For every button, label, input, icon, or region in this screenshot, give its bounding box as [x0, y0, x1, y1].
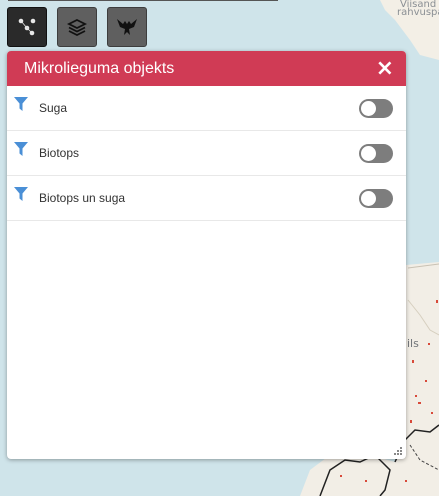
network-tool-button[interactable] [7, 7, 47, 47]
layers-tool-button[interactable] [57, 7, 97, 47]
list-item-label: Biotops [39, 146, 80, 160]
layers-icon [66, 18, 88, 37]
layer-toggle[interactable] [359, 189, 393, 208]
resize-handle-icon[interactable] [393, 446, 403, 456]
filter-icon[interactable] [13, 96, 29, 112]
list-item: Biotops un suga [7, 176, 406, 221]
layer-toggle[interactable] [359, 144, 393, 163]
layer-toggle[interactable] [359, 99, 393, 118]
map-place-label: ils [407, 337, 419, 350]
mikrolieguma-panel: Mikrolieguma objekts × Suga Biotops Biot… [7, 51, 406, 459]
network-nodes-icon [18, 18, 36, 36]
list-item: Biotops [7, 131, 406, 176]
list-item-label: Suga [39, 101, 68, 115]
toggle-knob [361, 146, 376, 161]
filter-icon[interactable] [13, 186, 29, 202]
map-toolbar [7, 7, 147, 47]
eagle-icon [117, 19, 137, 35]
filter-icon[interactable] [13, 141, 29, 157]
layer-list: Suga Biotops Biotops un suga [7, 86, 406, 221]
toggle-knob [361, 101, 376, 116]
list-item-label: Biotops un suga [39, 191, 126, 205]
map-place-label: rahvuspa [397, 7, 439, 18]
list-item: Suga [7, 86, 406, 131]
close-button[interactable]: × [376, 57, 394, 79]
panel-header: Mikrolieguma objekts × [7, 51, 406, 86]
toggle-knob [361, 191, 376, 206]
bird-tool-button[interactable] [107, 7, 147, 47]
panel-title: Mikrolieguma objekts [24, 59, 175, 77]
